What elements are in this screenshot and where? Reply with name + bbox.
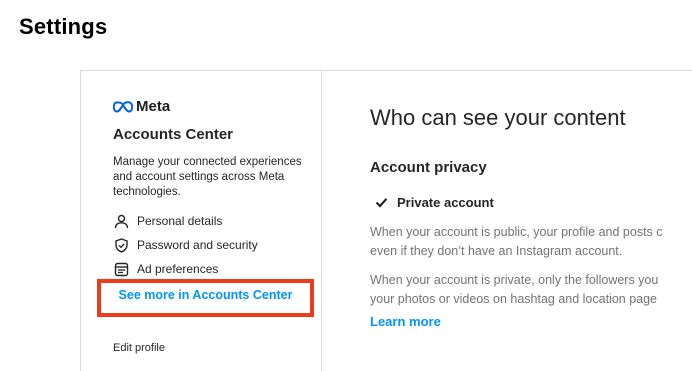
- privacy-content: Who can see your content Account privacy…: [370, 71, 692, 371]
- public-account-text-line: even if they don’t have an Instagram acc…: [370, 244, 623, 258]
- see-more-accounts-center-link[interactable]: See more in Accounts Center: [119, 288, 293, 302]
- person-icon: [113, 213, 129, 229]
- settings-sidebar: Meta Accounts Center Manage your connect…: [81, 71, 322, 371]
- meta-logo: Meta: [113, 98, 170, 115]
- highlight-box: See more in Accounts Center: [97, 279, 314, 317]
- accounts-center-item-label: Password and security: [137, 238, 258, 252]
- private-account-label: Private account: [397, 195, 494, 210]
- checkmark-icon: [375, 198, 387, 208]
- learn-more-link[interactable]: Learn more: [370, 314, 441, 329]
- accounts-center-description: Manage your connected experiences and ac…: [113, 156, 302, 198]
- public-account-description: When your account is public, your profil…: [370, 223, 692, 261]
- private-account-toggle[interactable]: Private account: [374, 195, 494, 210]
- private-account-description: When your account is private, only the f…: [370, 271, 692, 309]
- private-account-text-line: your photos or videos on hashtag and loc…: [370, 292, 658, 306]
- settings-panel: Meta Accounts Center Manage your connect…: [80, 70, 692, 371]
- accounts-center-title: Accounts Center: [113, 126, 234, 143]
- accounts-center-item-label: Ad preferences: [137, 262, 219, 276]
- account-privacy-section-title: Account privacy: [370, 159, 487, 176]
- privacy-heading: Who can see your content: [370, 105, 626, 130]
- accounts-center-list: Personal details Password and security A…: [113, 209, 258, 281]
- page-title: Settings: [19, 14, 108, 39]
- public-account-text-line: When your account is public, your profil…: [370, 225, 663, 239]
- private-account-checkbox[interactable]: [374, 195, 388, 210]
- meta-brand-text: Meta: [136, 98, 171, 115]
- ad-icon: [113, 261, 129, 277]
- private-account-text-line: When your account is private, only the f…: [370, 273, 659, 287]
- sidebar-item-edit-profile[interactable]: Edit profile: [113, 342, 165, 354]
- meta-infinity-icon: [113, 100, 133, 113]
- accounts-center-item-password-security[interactable]: Password and security: [113, 233, 258, 257]
- accounts-center-item-label: Personal details: [137, 214, 223, 228]
- accounts-center-item-personal-details[interactable]: Personal details: [113, 209, 258, 233]
- accounts-center-item-ad-preferences[interactable]: Ad preferences: [113, 257, 258, 281]
- shield-check-icon: [113, 237, 129, 253]
